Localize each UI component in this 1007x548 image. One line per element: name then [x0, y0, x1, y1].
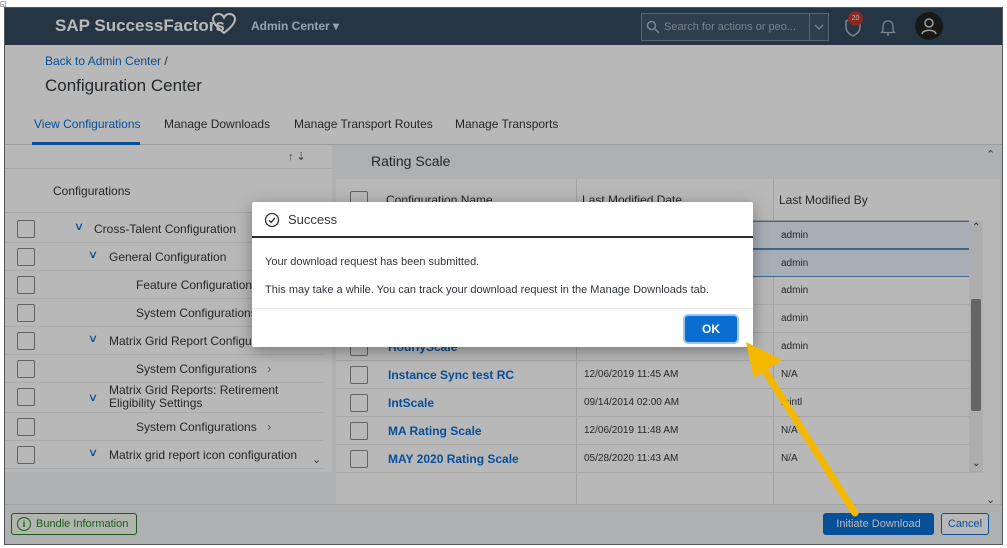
dialog-message: Your download request has been submitted…	[265, 256, 480, 268]
success-dialog: Success Your download request has been s…	[252, 202, 753, 347]
dialog-header: Success	[252, 202, 753, 238]
dialog-message: This may take a while. You can track you…	[265, 284, 709, 296]
success-check-icon	[264, 212, 280, 228]
dialog-title: Success	[288, 212, 338, 227]
annotation-arrow-icon	[746, 342, 859, 517]
app-window: SAP SuccessFactors Admin Center ▾ Search…	[4, 7, 1003, 545]
dialog-footer: OK	[252, 308, 753, 347]
ok-button[interactable]: OK	[685, 316, 737, 342]
